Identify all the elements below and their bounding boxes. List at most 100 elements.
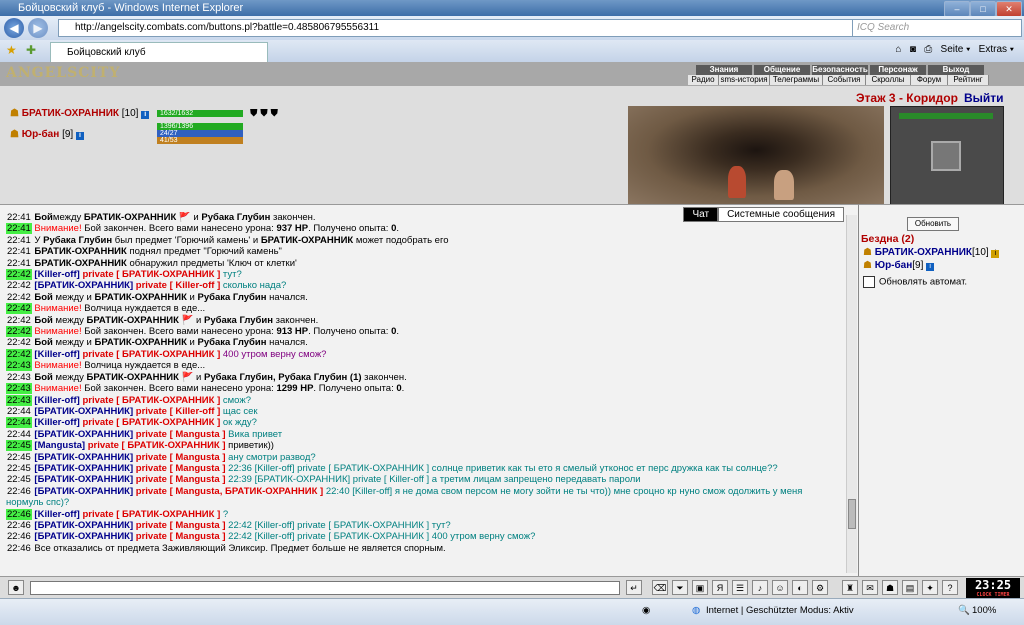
chat-time[interactable]: 22:45	[6, 440, 32, 452]
sound-icon[interactable]: ♪	[752, 580, 768, 595]
chat-nick[interactable]: [БРАТИК-ОХРАННИК]	[34, 486, 133, 497]
menu-top-item[interactable]: Персонаж	[870, 65, 926, 75]
chat-nick[interactable]: private [ БРАТИК-ОХРАННИК ]	[82, 395, 220, 406]
chat-time[interactable]: 22:41	[6, 246, 32, 257]
chat-time[interactable]: 22:42	[6, 292, 32, 303]
chat-nick[interactable]: [БРАТИК-ОХРАННИК]	[34, 406, 133, 417]
help-icon[interactable]: ?	[942, 580, 958, 595]
chat-nick[interactable]: [Killer-off]	[34, 269, 79, 280]
chat-time[interactable]: 22:42	[6, 337, 32, 348]
chat-nick[interactable]: private [ Mangusta, БРАТИК-ОХРАННИК ]	[136, 486, 323, 497]
chat-nick[interactable]: private [ Killer-off ]	[136, 406, 220, 417]
room-player[interactable]: ☗ Юр-бан[9] i	[863, 260, 935, 271]
chat-nick[interactable]: [Killer-off]	[34, 395, 79, 406]
chat-time[interactable]: 22:45	[6, 452, 32, 463]
add-favorites-icon[interactable]: ✚	[26, 43, 36, 57]
chat-nick[interactable]: private [ Killer-off ]	[136, 280, 220, 291]
forward-icon[interactable]: ▶	[28, 18, 48, 38]
chat-time[interactable]: 22:42	[6, 326, 32, 338]
tools-menu[interactable]: Extras ▾	[979, 44, 1014, 55]
tab-active[interactable]: Бойцовский клуб	[50, 42, 268, 62]
chat-time[interactable]: 22:46	[6, 543, 32, 554]
feeds-icon[interactable]: ◙	[910, 44, 916, 55]
exit-link[interactable]: Выйти	[964, 91, 1004, 105]
settings-icon[interactable]: ⚙	[812, 580, 828, 595]
chat-time[interactable]: 22:42	[6, 280, 32, 291]
chat-nick[interactable]: private [ БРАТИК-ОХРАННИК ]	[88, 440, 226, 451]
chat-nick[interactable]: private [ Mangusta ]	[136, 474, 226, 485]
privacy-icon[interactable]: ◉	[642, 605, 650, 616]
eraser-icon[interactable]: ⌫	[652, 580, 668, 595]
chat-nick[interactable]: [БРАТИК-ОХРАННИК]	[34, 452, 133, 463]
mail-icon[interactable]: ✉	[862, 580, 878, 595]
chat-time[interactable]: 22:42	[6, 303, 32, 315]
chat-scrollbar[interactable]	[846, 215, 857, 573]
book-icon[interactable]: ▤	[902, 580, 918, 595]
back-icon[interactable]: ◀	[4, 18, 24, 38]
chat-time[interactable]: 22:46	[6, 508, 32, 520]
filter-icon[interactable]: ⏷	[672, 580, 688, 595]
chat-time[interactable]: 22:43	[6, 372, 32, 383]
chat-input[interactable]	[30, 581, 620, 595]
print-icon[interactable]: ⎙	[924, 44, 932, 55]
menu-top-item[interactable]: Знания	[696, 65, 752, 75]
chat-time[interactable]: 22:44	[6, 429, 32, 440]
send-icon[interactable]: ↵	[626, 580, 642, 595]
address-bar[interactable]: http://angelscity.combats.com/buttons.pl…	[58, 19, 866, 37]
menu-bottom-item[interactable]: Радио	[688, 75, 719, 85]
chat-nick[interactable]: private [ БРАТИК-ОХРАННИК ]	[82, 417, 220, 428]
smiley-icon[interactable]: ☺	[772, 580, 788, 595]
close-button[interactable]: ✕	[996, 1, 1022, 17]
info-icon[interactable]: i	[141, 111, 150, 119]
favorites-star-icon[interactable]: ★	[6, 43, 17, 57]
chat-time[interactable]: 22:43	[6, 360, 32, 372]
chat-nick[interactable]: [БРАТИК-ОХРАННИК]	[34, 474, 133, 485]
info-icon[interactable]: i	[75, 132, 84, 140]
chat-time[interactable]: 22:41	[6, 258, 32, 269]
chat-nick[interactable]: private [ Mangusta ]	[136, 531, 226, 542]
search-input[interactable]: ICQ Search	[852, 19, 1022, 37]
history-icon[interactable]: ☰	[732, 580, 748, 595]
room-player[interactable]: ☗ БРАТИК-ОХРАННИК[10] i	[863, 247, 1000, 258]
menu-top-item[interactable]: Выход	[928, 65, 984, 75]
chat-time[interactable]: 22:46	[6, 531, 32, 542]
menu-top-item[interactable]: Безопасность	[812, 65, 868, 75]
chat-time[interactable]: 22:45	[6, 463, 32, 474]
chat-time[interactable]: 22:43	[6, 394, 32, 406]
scrollbar-thumb[interactable]	[848, 499, 856, 529]
menu-bottom-item[interactable]: События	[823, 75, 866, 85]
chat-mode-icon[interactable]: ◐	[792, 580, 808, 595]
navigation-map[interactable]	[890, 106, 1004, 206]
save-icon[interactable]: ▣	[692, 580, 708, 595]
chat-nick[interactable]: [Killer-off]	[34, 417, 79, 428]
minimize-button[interactable]: –	[944, 1, 970, 17]
chat-time[interactable]: 22:45	[6, 474, 32, 485]
chat-time[interactable]: 22:42	[6, 315, 32, 326]
map-icon[interactable]: ✦	[922, 580, 938, 595]
menu-bottom-item[interactable]: Телеграммы	[770, 75, 823, 85]
chat-time[interactable]: 22:44	[6, 406, 32, 417]
player-companion[interactable]: ☗ Юр-бан [9] i	[10, 129, 84, 140]
player-self[interactable]: ☗ БРАТИК-ОХРАННИК [10] i	[10, 108, 150, 119]
chat-time[interactable]: 22:44	[6, 417, 32, 429]
inventory-icon[interactable]: ♜	[842, 580, 858, 595]
menu-bottom-item[interactable]: Форум	[911, 75, 948, 85]
chat-time[interactable]: 22:46	[6, 486, 32, 497]
auto-refresh-checkbox[interactable]	[863, 276, 875, 288]
smile-menu-icon[interactable]: ☻	[8, 580, 24, 595]
chat-time[interactable]: 22:41	[6, 212, 32, 223]
chat-nick[interactable]: private [ Mangusta ]	[136, 452, 226, 463]
chat-nick[interactable]: private [ БРАТИК-ОХРАННИК ]	[82, 509, 220, 520]
friends-icon[interactable]: ☗	[882, 580, 898, 595]
chat-nick[interactable]: [БРАТИК-ОХРАННИК]	[34, 520, 133, 531]
menu-bottom-item[interactable]: Скроллы	[866, 75, 911, 85]
chat-nick[interactable]: [БРАТИК-ОХРАННИК]	[34, 280, 133, 291]
chat-nick[interactable]: private [ Mangusta ]	[136, 520, 226, 531]
chat-time[interactable]: 22:42	[6, 269, 32, 281]
chat-nick[interactable]: [Killer-off]	[34, 509, 79, 520]
home-icon[interactable]: ⌂	[895, 44, 901, 55]
info-icon[interactable]: i	[926, 263, 935, 271]
chat-nick[interactable]: [БРАТИК-ОХРАННИК]	[34, 463, 133, 474]
chat-time[interactable]: 22:42	[6, 348, 32, 360]
translit-icon[interactable]: Я	[712, 580, 728, 595]
